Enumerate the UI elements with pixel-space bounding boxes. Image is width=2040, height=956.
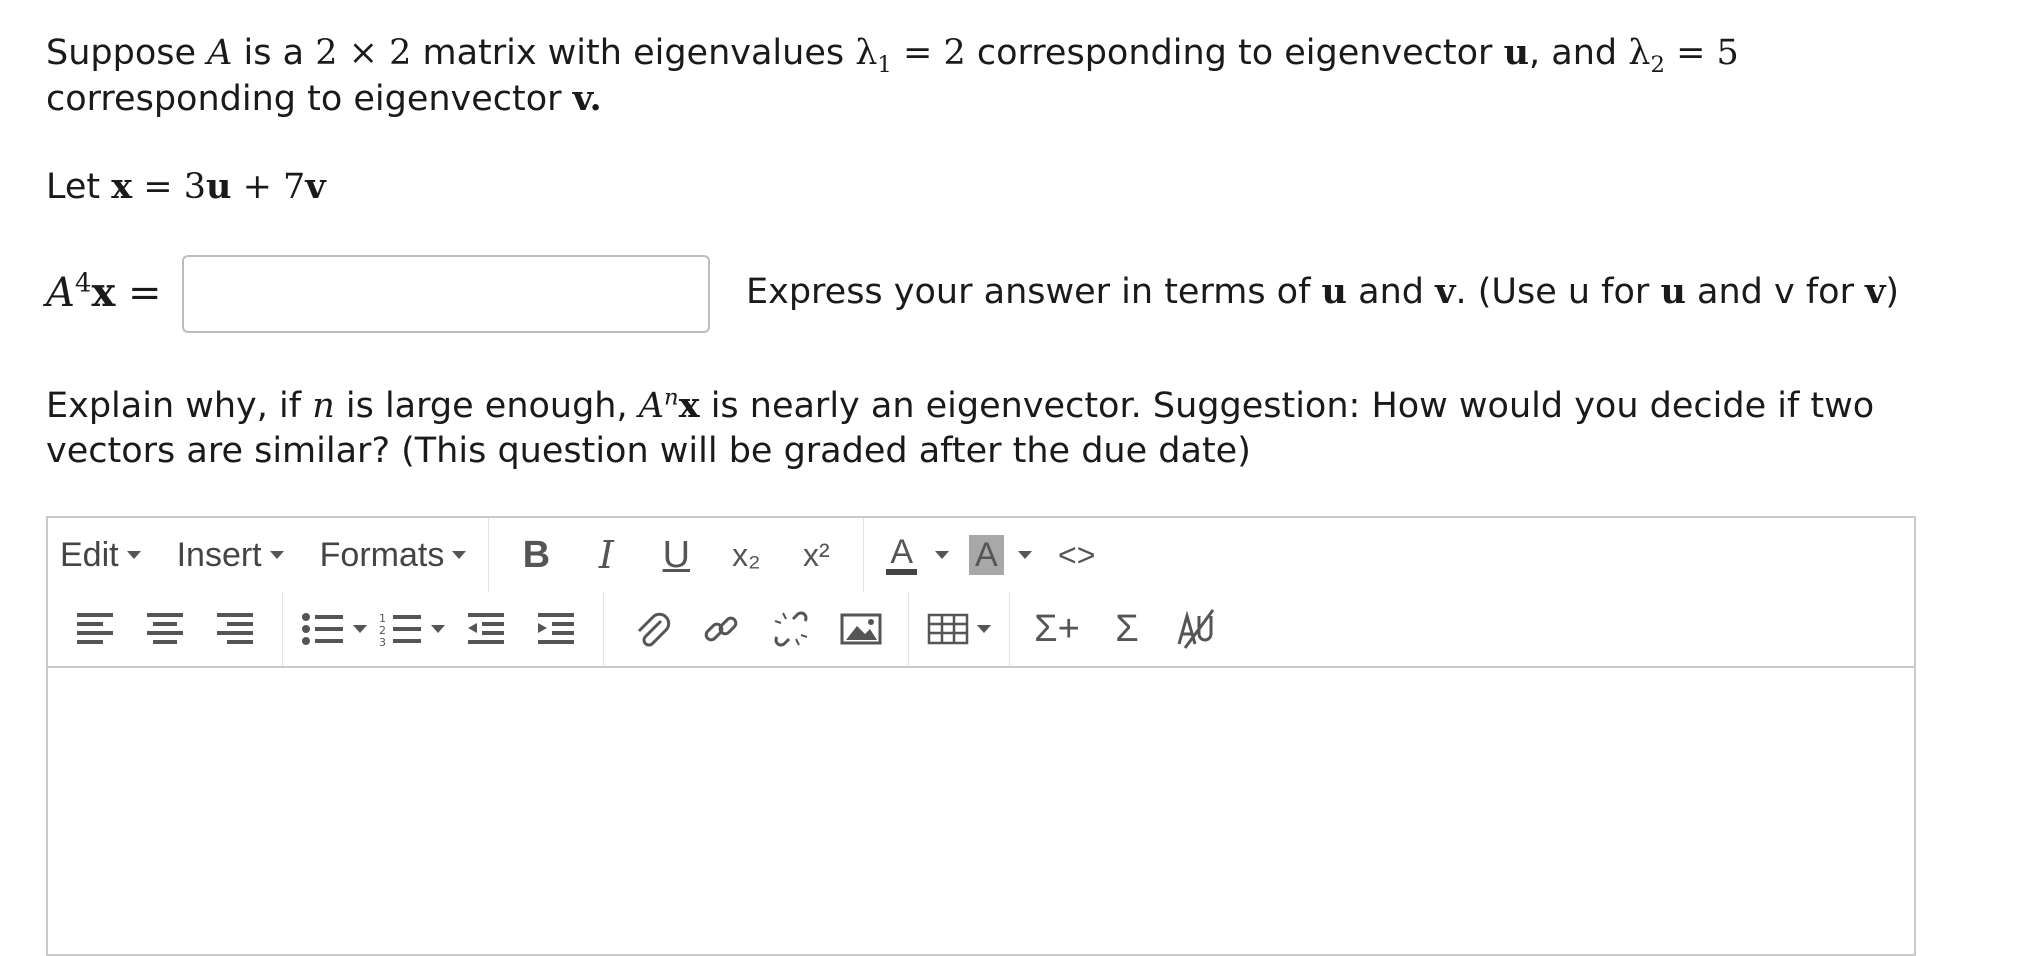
toolbar-row-2: 123 Σ+ Σ	[48, 592, 1244, 666]
question-page: Suppose A is a 2 × 2 matrix with eigenva…	[0, 0, 2040, 956]
align-center-icon	[147, 613, 183, 644]
code-icon: <>	[1058, 536, 1096, 573]
equation-editor-button[interactable]: Σ	[1098, 599, 1156, 659]
sum-plus-icon: Σ+	[1034, 607, 1080, 650]
align-left-button[interactable]	[66, 599, 124, 659]
answer-hint: Express your answer in terms of u and v.…	[746, 271, 1900, 312]
toolbar-row-1: Edit Insert Formats B I U x₂ x² A A <>	[48, 518, 1124, 592]
svg-text:3: 3	[379, 636, 386, 646]
underline-button[interactable]: U	[647, 525, 705, 585]
numbered-list-button[interactable]: 123	[379, 599, 445, 659]
source-code-button[interactable]: <>	[1048, 525, 1106, 585]
subscript-icon: x₂	[732, 536, 761, 573]
outdent-icon	[468, 613, 504, 644]
answer-label: A4x =	[46, 268, 162, 316]
numbered-list-icon: 123	[379, 612, 421, 646]
editor-content-area[interactable]	[48, 668, 1914, 954]
bold-button[interactable]: B	[507, 525, 565, 585]
insert-image-button[interactable]	[832, 599, 890, 659]
remove-link-button[interactable]	[762, 599, 820, 659]
chevron-down-icon	[935, 551, 950, 559]
spellcheck-button[interactable]	[1168, 599, 1226, 659]
bullet-list-button[interactable]	[301, 599, 367, 659]
edit-menu[interactable]: Edit	[60, 536, 141, 575]
chevron-down-icon	[126, 551, 141, 559]
color-group: A A <>	[864, 518, 1123, 592]
spellcheck-icon	[1177, 609, 1215, 649]
italic-icon: I	[598, 533, 614, 577]
underline-icon: U	[662, 533, 691, 576]
explain-prompt: Explain why, if n is large enough, Anx i…	[46, 384, 1875, 471]
insert-menu[interactable]: Insert	[177, 536, 284, 575]
bold-icon: B	[522, 533, 551, 576]
unlink-icon	[774, 611, 808, 647]
bullet-list-icon	[302, 613, 343, 645]
insert-equation-button[interactable]: Σ+	[1028, 599, 1086, 659]
indent-button[interactable]	[527, 599, 585, 659]
chevron-down-icon	[452, 551, 467, 559]
background-color-button[interactable]: A	[969, 535, 1032, 575]
paperclip-icon	[637, 612, 671, 647]
font-color-icon: A	[886, 535, 918, 575]
align-right-icon	[217, 613, 253, 644]
equation-group: Σ+ Σ	[1010, 592, 1244, 666]
background-color-icon: A	[969, 535, 1004, 575]
insert-group	[604, 592, 909, 666]
text-style-group: B I U x₂ x²	[489, 518, 865, 592]
table-icon	[927, 613, 969, 645]
table-group	[909, 592, 1010, 666]
image-icon	[840, 613, 882, 645]
rich-text-editor: Edit Insert Formats B I U x₂ x² A A <> 1…	[46, 516, 1916, 956]
chevron-down-icon	[269, 551, 284, 559]
menu-group: Edit Insert Formats	[48, 518, 490, 592]
question-intro: Suppose A is a 2 × 2 matrix with eigenva…	[46, 32, 1739, 119]
answer-input[interactable]	[182, 255, 710, 333]
insert-table-button[interactable]	[927, 599, 991, 659]
chevron-down-icon	[1017, 551, 1032, 559]
editor-toolbar: Edit Insert Formats B I U x₂ x² A A <> 1…	[48, 518, 1914, 668]
font-color-button[interactable]: A	[886, 535, 950, 575]
formats-menu[interactable]: Formats	[320, 536, 467, 575]
attach-file-button[interactable]	[622, 599, 680, 659]
vector-definition: Let x = 3u + 7v	[46, 166, 326, 207]
chevron-down-icon	[977, 625, 991, 633]
list-group: 123	[283, 592, 604, 666]
align-right-button[interactable]	[206, 599, 264, 659]
align-center-button[interactable]	[136, 599, 194, 659]
outdent-button[interactable]	[457, 599, 515, 659]
italic-button[interactable]: I	[577, 525, 635, 585]
chevron-down-icon	[353, 625, 367, 633]
chevron-down-icon	[431, 625, 445, 633]
indent-icon	[538, 613, 574, 644]
superscript-icon: x²	[803, 536, 830, 573]
superscript-button[interactable]: x²	[787, 525, 845, 585]
subscript-button[interactable]: x₂	[717, 525, 775, 585]
align-left-icon	[77, 613, 113, 644]
link-icon	[704, 616, 738, 642]
align-group	[48, 592, 283, 666]
sum-icon: Σ	[1115, 607, 1139, 650]
insert-link-button[interactable]	[692, 599, 750, 659]
